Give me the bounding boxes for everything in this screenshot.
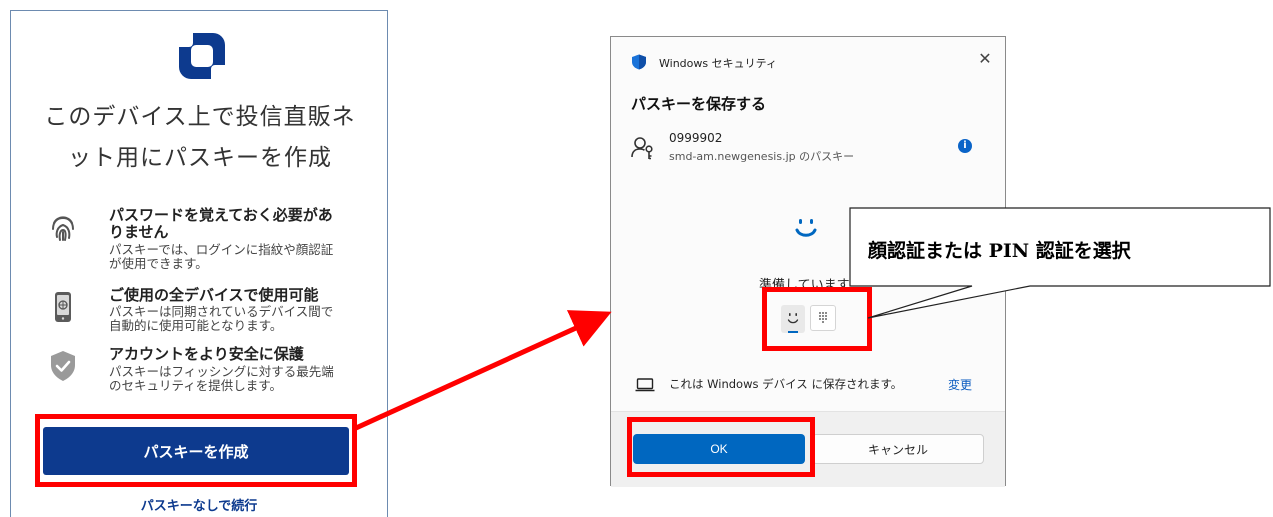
continue-without-passkey-link[interactable]: パスキーなしで続行: [11, 495, 387, 514]
save-location-note: これは Windows デバイス に保存されます。: [669, 377, 903, 391]
feature-heading: ご使用の全デバイスで使用可能: [109, 287, 379, 304]
account-id: 0999902: [669, 131, 723, 145]
fingerprint-icon: [52, 216, 74, 241]
close-icon[interactable]: ✕: [975, 49, 995, 69]
brand-logo-icon: [173, 27, 231, 85]
feature-description: パスキーは同期されているデバイス間で 自動的に使用可能となります。: [109, 305, 379, 333]
face-recognition-icon: [795, 219, 817, 237]
callout-text: 顔認証または PIN 認証を選択: [868, 240, 1131, 262]
passkey-person-icon: [631, 137, 653, 160]
feature-desc-line-1: パスキーは同期されているデバイス間で: [109, 304, 334, 319]
laptop-icon: [635, 378, 655, 392]
feature-heading-line-1: ご使用の全デバイスで使用可能: [109, 286, 319, 304]
dialog-heading: パスキーを保存する: [631, 95, 767, 113]
feature-heading: アカウントをより安全に保護: [109, 346, 379, 363]
highlight-ok-button: [627, 417, 815, 477]
feature-desc-line-1: パスキーでは、ログインに指紋や顔認証: [109, 242, 334, 257]
feature-heading-line-1: パスワードを覚えておく必要があ: [109, 206, 333, 224]
shield-check-icon: [51, 351, 75, 381]
feature-desc-line-1: パスキーはフィッシングに対する最先端: [109, 364, 334, 379]
windows-security-shield-icon: [632, 54, 646, 70]
change-link[interactable]: 変更: [948, 376, 972, 393]
feature-desc-line-2: のセキュリティを提供します。: [109, 378, 283, 393]
title-line-1: このデバイス上で投信直販ネ: [44, 104, 356, 130]
feature-heading-line-1: アカウントをより安全に保護: [109, 345, 304, 363]
feature-description: パスキーでは、ログインに指紋や顔認証 が使用できます。: [109, 243, 379, 271]
info-icon[interactable]: i: [958, 139, 972, 153]
account-site: smd-am.newgenesis.jp のパスキー: [669, 150, 855, 163]
feature-description: パスキーはフィッシングに対する最先端 のセキュリティを提供します。: [109, 365, 379, 393]
highlight-create-button: [35, 414, 357, 487]
cancel-button[interactable]: キャンセル: [812, 434, 984, 464]
page-title: このデバイス上で投信直販ネ ット用にパスキーを作成: [31, 97, 369, 179]
dialog-app-name: Windows セキュリティ: [659, 57, 777, 70]
title-line-2: ット用にパスキーを作成: [68, 145, 332, 171]
dialog-titlebar: Windows セキュリティ ✕: [611, 37, 1005, 83]
feature-desc-line-2: が使用できます。: [109, 256, 208, 271]
arrow-icon: [354, 310, 612, 431]
phone-icon: [55, 292, 71, 322]
highlight-auth-methods: [762, 287, 872, 351]
feature-heading: パスワードを覚えておく必要があ りません: [109, 207, 379, 241]
feature-heading-line-2: りません: [109, 223, 169, 241]
feature-desc-line-2: 自動的に使用可能となります。: [109, 318, 283, 333]
